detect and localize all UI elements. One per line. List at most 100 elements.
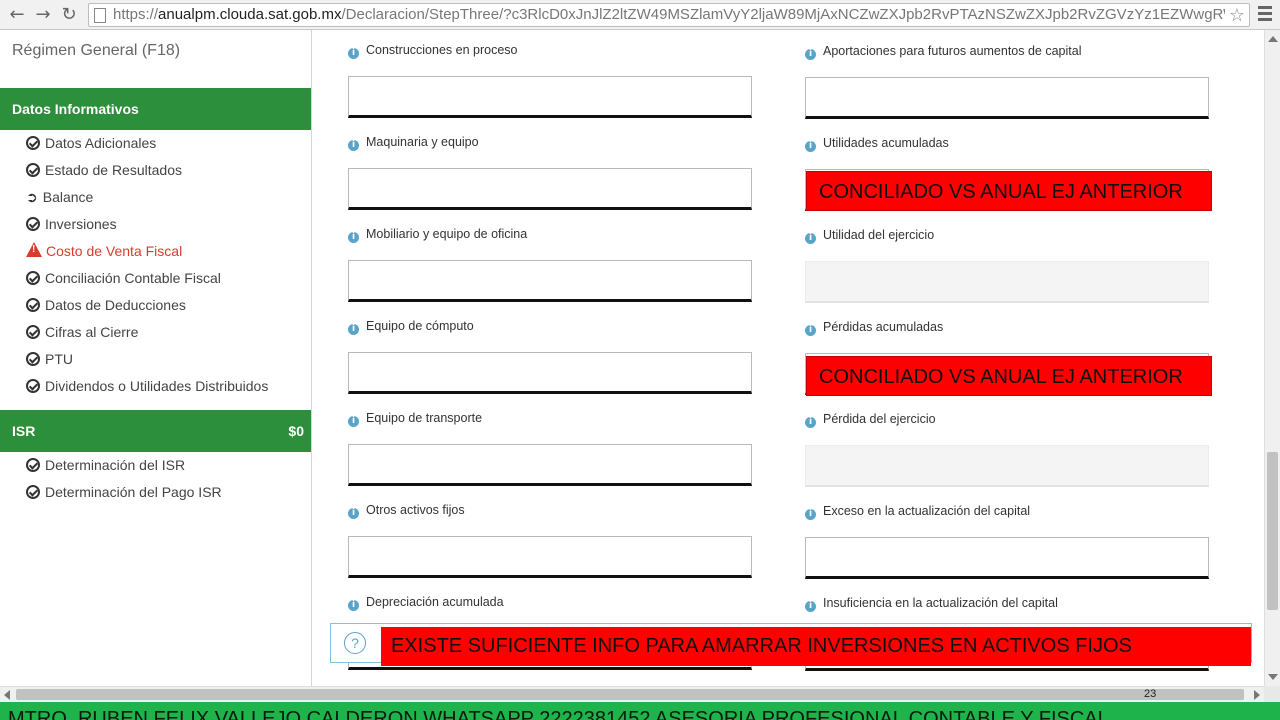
sidebar-item-determinacion-pago-isr[interactable]: Determinación del Pago ISR bbox=[26, 479, 222, 506]
sidebar-item-determinacion-isr[interactable]: Determinación del ISR bbox=[26, 452, 222, 479]
check-circle-icon bbox=[26, 298, 40, 312]
exceso-actualizacion-input[interactable] bbox=[805, 537, 1209, 579]
check-circle-icon bbox=[26, 485, 40, 499]
equipo-computo-input[interactable] bbox=[348, 352, 752, 394]
sidebar-item-label: Cifras al Cierre bbox=[45, 324, 139, 340]
field-label-equipo-transporte: i Equipo de transporte bbox=[348, 411, 482, 427]
field-label-utilidad-ejercicio: i Utilidad del ejercicio bbox=[805, 228, 934, 244]
sign-in-icon: ➲ bbox=[26, 190, 38, 206]
forward-arrow-icon[interactable]: → bbox=[32, 4, 54, 26]
aportaciones-input[interactable] bbox=[805, 77, 1209, 119]
annotation-conciliado-utilidades: CONCILIADO VS ANUAL EJ ANTERIOR bbox=[806, 171, 1212, 211]
info-icon[interactable]: i bbox=[805, 325, 816, 336]
field-label-otros-activos: i Otros activos fijos bbox=[348, 503, 465, 519]
help-question-icon[interactable]: ? bbox=[344, 632, 366, 654]
info-icon[interactable]: i bbox=[348, 48, 359, 59]
field-label-equipo-computo: i Equipo de cómputo bbox=[348, 319, 474, 335]
check-circle-icon bbox=[26, 352, 40, 366]
sidebar-item-label: Datos de Deducciones bbox=[45, 297, 186, 313]
sidebar-item-label: Determinación del ISR bbox=[45, 457, 186, 473]
info-icon[interactable]: i bbox=[805, 49, 816, 60]
otros-activos-input[interactable] bbox=[348, 536, 752, 578]
vertical-scrollbar[interactable] bbox=[1264, 30, 1280, 686]
sidebar-item-label: Dividendos o Utilidades Distribuidos bbox=[45, 378, 269, 394]
section-isr[interactable]: ISR $0 bbox=[0, 410, 311, 452]
datos-informativos-list: Datos Adicionales Estado de Resultados ➲… bbox=[26, 130, 268, 400]
info-icon[interactable]: i bbox=[805, 141, 816, 152]
field-label-maquinaria: i Maquinaria y equipo bbox=[348, 135, 479, 151]
info-icon[interactable]: i bbox=[805, 417, 816, 428]
check-circle-icon bbox=[26, 163, 40, 177]
url-scheme: https:// bbox=[113, 6, 159, 23]
sidebar-item-datos-de-deducciones[interactable]: Datos de Deducciones bbox=[26, 292, 268, 319]
sidebar-item-inversiones[interactable]: Inversiones bbox=[26, 211, 268, 238]
back-arrow-icon[interactable]: ← bbox=[6, 4, 28, 26]
info-icon[interactable]: i bbox=[348, 324, 359, 335]
bookmark-star-icon[interactable]: ☆ bbox=[1229, 5, 1245, 26]
field-label-construcciones: i Construcciones en proceso bbox=[348, 43, 517, 59]
sidebar-item-label: Estado de Resultados bbox=[45, 162, 182, 178]
check-circle-icon bbox=[26, 271, 40, 285]
mobiliario-input[interactable] bbox=[348, 260, 752, 302]
sidebar-item-ptu[interactable]: PTU bbox=[26, 346, 268, 373]
horizontal-scroll-thumb[interactable] bbox=[16, 689, 1244, 700]
field-label-insuficiencia-actualizacion: i Insuficiencia en la actualización del c… bbox=[805, 596, 1058, 612]
scroll-up-icon[interactable] bbox=[1268, 36, 1278, 42]
regimen-title: Régimen General (F18) bbox=[12, 42, 181, 59]
section-datos-informativos[interactable]: Datos Informativos bbox=[0, 88, 311, 130]
sidebar-item-conciliacion-contable-fiscal[interactable]: Conciliación Contable Fiscal bbox=[26, 265, 268, 292]
field-label-mobiliario: i Mobiliario y equipo de oficina bbox=[348, 227, 527, 243]
field-label-aportaciones: i Aportaciones para futuros aumentos de c… bbox=[805, 44, 1082, 60]
url-text[interactable]: https://anualpm.clouda.sat.gob.mx/Declar… bbox=[113, 6, 1225, 24]
field-label-depreciacion: i Depreciación acumulada bbox=[348, 595, 504, 611]
section-title: Datos Informativos bbox=[12, 101, 139, 117]
sidebar-item-label: Inversiones bbox=[45, 216, 117, 232]
info-icon[interactable]: i bbox=[348, 508, 359, 519]
info-icon[interactable]: i bbox=[805, 509, 816, 520]
scroll-right-icon[interactable] bbox=[1254, 690, 1260, 700]
construcciones-input[interactable] bbox=[348, 76, 752, 118]
scroll-down-icon[interactable] bbox=[1268, 674, 1278, 680]
check-circle-icon bbox=[26, 458, 40, 472]
sidebar-item-label: PTU bbox=[45, 351, 73, 367]
info-icon[interactable]: i bbox=[348, 232, 359, 243]
sidebar-item-costo-de-venta-fiscal[interactable]: Costo de Venta Fiscal bbox=[26, 238, 268, 265]
sidebar-item-label: Determinación del Pago ISR bbox=[45, 484, 222, 500]
field-label-perdida-ejercicio: i Pérdida del ejercicio bbox=[805, 412, 936, 428]
info-icon[interactable]: i bbox=[348, 140, 359, 151]
info-icon[interactable]: i bbox=[348, 600, 359, 611]
sidebar-item-label: Balance bbox=[42, 189, 94, 205]
vertical-scroll-thumb[interactable] bbox=[1267, 452, 1278, 610]
sidebar-item-balance[interactable]: ➲ Balance bbox=[26, 184, 268, 211]
field-label-exceso-actualizacion: i Exceso en la actualización del capital bbox=[805, 504, 1030, 520]
browser-toolbar: ← → ↻ https://anualpm.clouda.sat.gob.mx/… bbox=[0, 0, 1280, 30]
reload-icon[interactable]: ↻ bbox=[58, 4, 80, 26]
sidebar-item-label: Costo de Venta Fiscal bbox=[46, 243, 183, 259]
isr-amount: $0 bbox=[288, 423, 304, 439]
info-icon[interactable]: i bbox=[348, 416, 359, 427]
field-label-perdidas-acumuladas: i Pérdidas acumuladas bbox=[805, 320, 943, 336]
url-path: /Declaracion/StepThree/?c3RlcD0xJnJlZ2lt… bbox=[341, 6, 1225, 23]
sidebar-item-datos-adicionales[interactable]: Datos Adicionales bbox=[26, 130, 268, 157]
equipo-transporte-input[interactable] bbox=[348, 444, 752, 486]
annotation-conciliado-perdidas: CONCILIADO VS ANUAL EJ ANTERIOR bbox=[806, 356, 1212, 396]
sidebar-item-label: Datos Adicionales bbox=[45, 135, 157, 151]
scroll-left-icon[interactable] bbox=[4, 690, 10, 700]
sidebar-item-estado-de-resultados[interactable]: Estado de Resultados bbox=[26, 157, 268, 184]
browser-menu-icon[interactable] bbox=[1258, 6, 1272, 24]
section-title: ISR bbox=[12, 423, 36, 439]
info-icon[interactable]: i bbox=[805, 601, 816, 612]
check-circle-icon bbox=[26, 379, 40, 393]
sidebar-item-cifras-al-cierre[interactable]: Cifras al Cierre bbox=[26, 319, 268, 346]
maquinaria-input[interactable] bbox=[348, 168, 752, 210]
sidebar-item-dividendos[interactable]: Dividendos o Utilidades Distribuidos bbox=[26, 373, 268, 400]
check-circle-icon bbox=[26, 136, 40, 150]
info-icon[interactable]: i bbox=[805, 233, 816, 244]
field-label-utilidades-acumuladas: i Utilidades acumuladas bbox=[805, 136, 949, 152]
annotation-activos-fijos: EXISTE SUFICIENTE INFO PARA AMARRAR INVE… bbox=[381, 627, 1251, 666]
horizontal-scrollbar[interactable] bbox=[0, 686, 1264, 702]
check-circle-icon bbox=[26, 325, 40, 339]
address-bar[interactable]: https://anualpm.clouda.sat.gob.mx/Declar… bbox=[88, 3, 1250, 27]
url-host: anualpm.clouda.sat.gob.mx bbox=[158, 6, 342, 23]
perdida-ejercicio-input bbox=[805, 445, 1209, 487]
